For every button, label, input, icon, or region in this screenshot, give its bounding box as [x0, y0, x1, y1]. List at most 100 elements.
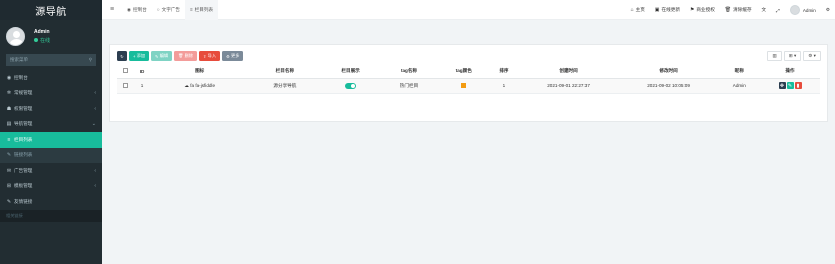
sidebar-item-dashboard[interactable]: ◉ 控制台 — [0, 70, 102, 86]
sidebar-item-label: 广告管理 — [14, 167, 33, 173]
delete-button[interactable]: 🗑 删除 — [174, 51, 197, 61]
more-button[interactable]: ⚙ 更多 — [222, 51, 244, 61]
refresh-button[interactable]: ↻ — [117, 51, 127, 61]
delete-button-label: 删除 — [184, 53, 193, 58]
settings-icon: ⚙ — [808, 53, 813, 58]
online-update-link[interactable]: ▣ 在线更新 — [650, 7, 685, 13]
cell-nickname: Admin — [718, 78, 760, 94]
table-tools: ▥ ⊞ ▾ ⚙ ▾ — [767, 51, 821, 61]
drag-sort-button[interactable]: ✥ — [778, 82, 786, 89]
chevron-down-icon: ⌄ — [91, 121, 96, 128]
tab-column-list[interactable]: ≡ 栏目列表 — [184, 0, 219, 20]
import-button[interactable]: ⇪ 导入 — [198, 51, 221, 61]
avatar — [6, 26, 25, 46]
sidebar-item-permissions[interactable]: ☗ 权限管理 ‹ — [0, 101, 102, 117]
cell-name: 源分享导航 — [248, 78, 322, 94]
display-toggle[interactable] — [345, 82, 357, 89]
menu-toggle-icon[interactable]: ≡ — [102, 6, 122, 13]
column-header-display[interactable]: 栏目展示 — [321, 65, 380, 79]
sidebar-item-label: 权限管理 — [14, 105, 33, 111]
sidebar-item-label: 栏目列表 — [14, 136, 33, 142]
sidebar: 源导航 Admin 在线 搜索菜单 ⚲ ◉ 控制台 ✲ 常规管理 ‹ ☗ 权限管… — [0, 0, 102, 264]
top-right-links: ⌂ 主页 ▣ 在线更新 ⚑ 商业授权 🗑 清除缓存 文 ⤢ Admin ⚙ — [626, 0, 835, 20]
columns-toggle-button[interactable]: ▥ — [767, 51, 782, 61]
bars-icon: ≡ — [7, 136, 11, 143]
megaphone-icon: ✉ — [6, 167, 12, 174]
user-name: Admin — [34, 28, 50, 35]
column-header-id[interactable]: ID — [133, 65, 151, 79]
column-header-nickname[interactable]: 昵称 — [718, 65, 760, 79]
more-button-label: 更多 — [231, 53, 240, 58]
user-panel: Admin 在线 — [0, 20, 102, 52]
settings-toggle[interactable]: ⚙ — [821, 7, 835, 13]
edit-button[interactable]: ✎ 编辑 — [151, 51, 173, 61]
tab-text-ads[interactable]: ○ 文字广告 — [152, 0, 185, 20]
column-header-tag-name[interactable]: tag名称 — [379, 65, 439, 79]
column-header-modified[interactable]: 修改时间 — [618, 65, 719, 79]
top-navbar: ≡ ◉ 控制台 ○ 文字广告 ≡ 栏目列表 ⌂ 主页 ▣ 在线更新 ⚑ 商业授权… — [102, 0, 835, 20]
column-header-sort[interactable]: 排序 — [489, 65, 519, 79]
sidebar-item-ads[interactable]: ✉ 广告管理 ‹ — [0, 163, 102, 179]
table-row[interactable]: 1 ☁ fa fa-jsfiddle 源分享导航 热门栏目 1 2021-09-… — [117, 78, 820, 94]
data-table: ID 图标 栏目名称 栏目展示 tag名称 tag颜色 排序 创建时间 修改时间… — [117, 65, 820, 94]
language-toggle[interactable]: 文 — [757, 7, 772, 13]
avatar — [789, 5, 800, 15]
cloud-icon: ☁ — [184, 82, 189, 88]
cell-created: 2021-09-01 22:27:37 — [518, 78, 619, 94]
column-header-actions: 操作 — [760, 65, 820, 79]
table-toolbar: ↻ + 添加 ✎ 编辑 🗑 删除 ⇪ 导入 ⚙ 更多 — [117, 51, 244, 61]
sidebar-item-templates[interactable]: ⊞ 模板管理 ‹ — [0, 179, 102, 195]
clear-cache-label: 清除缓存 — [733, 7, 752, 12]
select-all-checkbox[interactable] — [122, 68, 128, 74]
cell-actions: ✥ ✎ ▮ — [760, 78, 820, 94]
tab-dashboard[interactable]: ◉ 控制台 — [122, 0, 152, 20]
top-user-name: Admin — [802, 7, 816, 13]
fullscreen-toggle[interactable]: ⤢ — [771, 8, 785, 13]
row-edit-button[interactable]: ✎ — [786, 82, 794, 89]
row-delete-button[interactable]: ▮ — [794, 82, 802, 89]
main-content: ↻ + 添加 ✎ 编辑 🗑 删除 ⇪ 导入 ⚙ 更多 ▥ ⊞ ▾ ⚙ ▾ ID … — [102, 20, 835, 264]
home-link[interactable]: ⌂ 主页 — [626, 7, 650, 13]
cell-sort: 1 — [489, 78, 519, 94]
add-button-label: 添加 — [136, 53, 146, 58]
row-checkbox[interactable] — [122, 82, 128, 88]
sitemap-icon: ⊞ — [6, 183, 12, 190]
tab-label: 文字广告 — [161, 6, 180, 12]
export-button[interactable]: ⊞ ▾ — [783, 51, 802, 61]
cell-icon-text: fa fa-jsfiddle — [190, 82, 216, 88]
sidebar-item-column-list[interactable]: ≡ 栏目列表 — [0, 132, 102, 148]
sidebar-search[interactable]: 搜索菜单 ⚲ — [6, 54, 96, 66]
user-status-label: 在线 — [40, 37, 51, 44]
sidebar-section-header: 相关链接 — [0, 209, 102, 222]
column-header-tag-color[interactable]: tag颜色 — [438, 65, 490, 79]
sidebar-item-link-list[interactable]: ✎ 链接列表 — [0, 147, 102, 163]
column-settings-button[interactable]: ⚙ ▾ — [803, 51, 821, 61]
bars-icon: ≡ — [189, 7, 193, 12]
sidebar-item-label: 模板管理 — [14, 183, 33, 189]
add-button[interactable]: + 添加 — [129, 51, 150, 61]
chevron-left-icon: ‹ — [94, 105, 96, 112]
sidebar-item-friend-links[interactable]: ✎ 友情链接 — [0, 194, 102, 210]
search-icon[interactable]: ⚲ — [89, 57, 92, 63]
pencil-icon: ✎ — [787, 82, 793, 89]
trash-icon: 🗑 — [724, 7, 732, 13]
home-link-label: 主页 — [635, 7, 645, 12]
license-link[interactable]: ⚑ 商业授权 — [685, 7, 720, 13]
clear-cache-link[interactable]: 🗑 清除缓存 — [720, 7, 757, 13]
column-header-created[interactable]: 创建时间 — [518, 65, 619, 79]
sidebar-item-general[interactable]: ✲ 常规管理 ‹ — [0, 86, 102, 102]
update-icon: ▣ — [654, 7, 660, 13]
app-logo[interactable]: 源导航 — [0, 0, 102, 20]
column-header-name[interactable]: 栏目名称 — [248, 65, 322, 79]
user-status: 在线 — [34, 37, 50, 44]
pencil-icon: ✎ — [155, 53, 159, 59]
upload-icon: ⇪ — [202, 53, 207, 59]
sidebar-item-navigation[interactable]: ▤ 导航管理 ⌄ — [0, 117, 102, 133]
online-update-label: 在线更新 — [661, 7, 680, 12]
sidebar-item-label: 链接列表 — [14, 152, 33, 158]
dashboard-icon: ◉ — [6, 74, 12, 81]
table-header-row: ID 图标 栏目名称 栏目展示 tag名称 tag颜色 排序 创建时间 修改时间… — [117, 65, 820, 79]
column-header-icon[interactable]: 图标 — [151, 65, 249, 79]
gear-icon: ⚙ — [825, 7, 830, 12]
user-menu[interactable]: Admin — [785, 5, 821, 15]
